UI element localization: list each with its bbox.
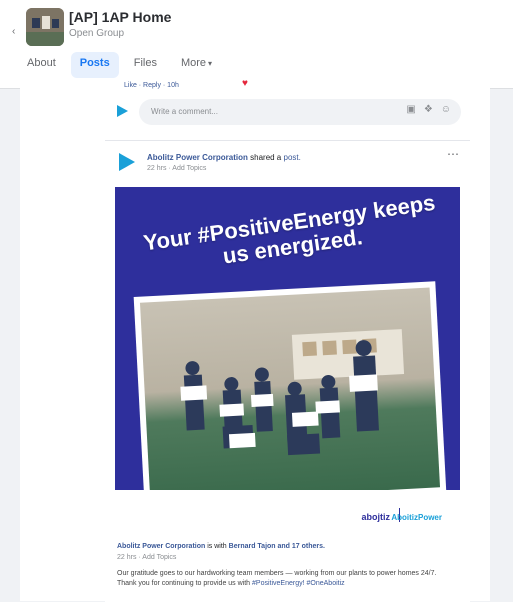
author-avatar-icon[interactable] bbox=[115, 151, 137, 173]
caption-tagged-link[interactable]: Bernard Tajon and 17 others. bbox=[229, 543, 325, 550]
emoji-icon[interactable]: ☺ bbox=[441, 104, 451, 115]
more-options-icon[interactable]: ⋯ bbox=[447, 147, 460, 161]
tab-about[interactable]: About bbox=[18, 52, 65, 78]
comment-placeholder: Write a comment... bbox=[151, 107, 218, 116]
image-headline: Your #PositiveEnergy keeps us energized. bbox=[141, 189, 437, 269]
post-action-text: shared a bbox=[250, 153, 282, 162]
post-card: Abolitz Power Corporation shared a post.… bbox=[105, 140, 470, 602]
page-avatar-icon bbox=[117, 105, 128, 117]
group-photo-icon bbox=[26, 8, 64, 46]
caret-down-icon: ▾ bbox=[208, 59, 213, 68]
post-author-name[interactable]: Abolitz Power Corporation bbox=[147, 153, 248, 162]
tab-files[interactable]: Files bbox=[125, 52, 166, 78]
caption-author-line: Abolitz Power Corporation is with Bernar… bbox=[117, 543, 325, 550]
group-tabs: About Posts Files More ▾ bbox=[18, 52, 221, 78]
team-photo bbox=[139, 287, 441, 503]
tab-more[interactable]: More ▾ bbox=[172, 52, 221, 78]
brand-logo-left: abojtiz bbox=[361, 512, 391, 522]
comment-composer: Write a comment... ▣ ❖ ☺ bbox=[115, 99, 470, 127]
team-photo-illustration bbox=[180, 329, 405, 456]
gif-icon[interactable]: ❖ bbox=[424, 104, 433, 115]
group-header: ‹ [AP] 1AP Home Open Group About Posts F… bbox=[0, 0, 513, 89]
back-icon[interactable]: ‹ bbox=[12, 26, 15, 37]
comment-actions[interactable]: Like · Reply · 10h bbox=[124, 82, 179, 89]
caption-author-name[interactable]: Abolitz Power Corporation bbox=[117, 543, 205, 550]
post-action-link[interactable]: post. bbox=[284, 153, 301, 162]
sticker-icon[interactable]: ▣ bbox=[406, 104, 415, 115]
group-cover-thumbnail[interactable] bbox=[26, 8, 64, 46]
post-image[interactable]: Your #PositiveEnergy keeps us energized. bbox=[115, 187, 460, 532]
comment-input[interactable]: Write a comment... ▣ ❖ ☺ bbox=[139, 99, 461, 125]
brand-strip: abojtiz AboitizPower bbox=[115, 490, 460, 532]
comment-tools: ▣ ❖ ☺ bbox=[406, 104, 451, 115]
heart-reaction-icon: ♥ bbox=[242, 78, 248, 89]
post-meta: 22 hrs · Add Topics bbox=[147, 165, 207, 172]
group-title[interactable]: [AP] 1AP Home bbox=[69, 9, 171, 25]
tab-posts[interactable]: Posts bbox=[70, 52, 119, 78]
group-type-label: Open Group bbox=[69, 28, 125, 39]
caption-body: Our gratitude goes to our hardworking te… bbox=[117, 569, 457, 589]
caption-meta: 22 hrs · Add Topics bbox=[117, 554, 177, 561]
caption-with-text: is with bbox=[207, 543, 227, 550]
post-author-line: Abolitz Power Corporation shared a post. bbox=[147, 153, 301, 162]
caption-hashtags[interactable]: #PositiveEnergy! #OneAboitiz bbox=[252, 580, 345, 587]
photo-frame bbox=[133, 281, 447, 509]
brand-logo-right: AboitizPower bbox=[391, 513, 442, 522]
